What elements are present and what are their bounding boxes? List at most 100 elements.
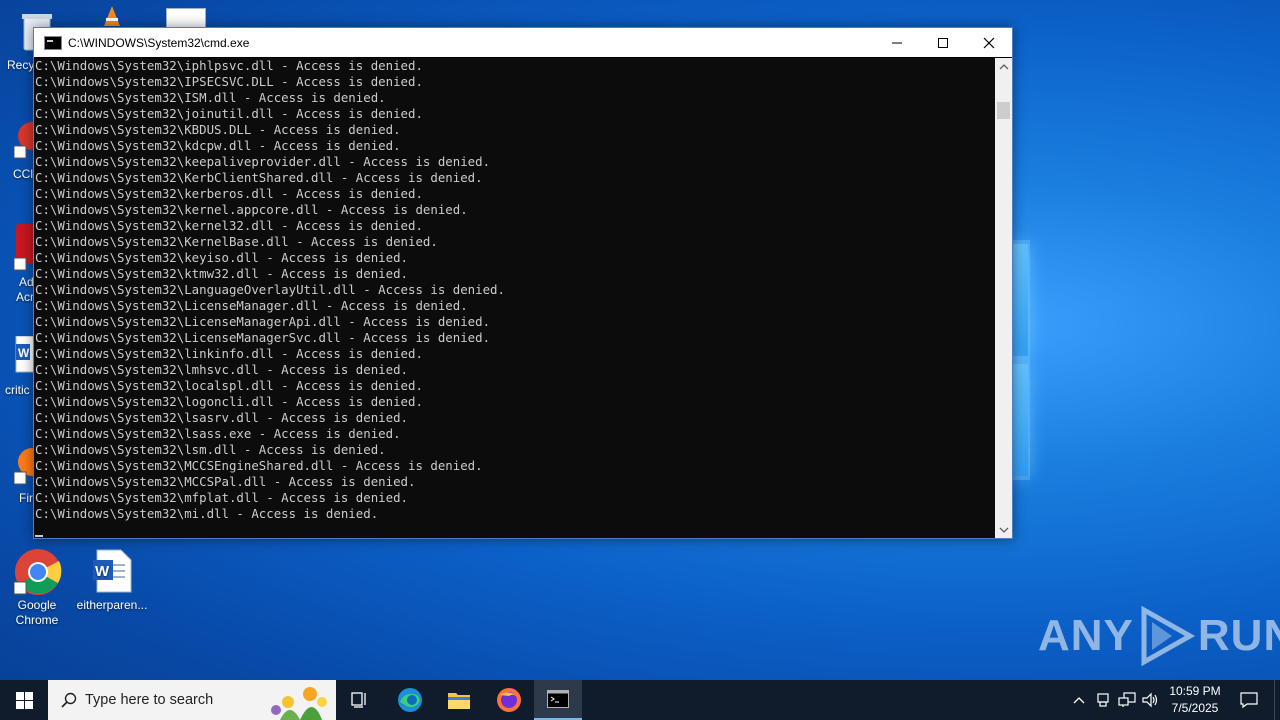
console-line: C:\Windows\System32\MCCSPal.dll - Access… bbox=[35, 474, 416, 489]
command-prompt-icon bbox=[547, 690, 569, 708]
maximize-icon bbox=[938, 37, 948, 48]
console-cursor bbox=[35, 535, 43, 537]
word-document-label: eitherparen... bbox=[76, 598, 148, 612]
play-triangle-icon bbox=[1141, 606, 1195, 666]
acrobat-label-1: Ad bbox=[19, 275, 34, 289]
edge-button[interactable] bbox=[386, 680, 434, 720]
console-line: C:\Windows\System32\LicenseManagerSvc.dl… bbox=[35, 330, 491, 345]
ccleaner-label: CCl bbox=[13, 167, 33, 181]
console-line: C:\Windows\System32\IPSECSVC.DLL - Acces… bbox=[35, 74, 423, 89]
scroll-up-arrow-icon[interactable] bbox=[995, 58, 1012, 75]
google-chrome-shortcut[interactable]: Google Chrome bbox=[0, 548, 74, 628]
minimize-icon bbox=[892, 42, 902, 43]
scroll-down-arrow-icon[interactable] bbox=[995, 521, 1012, 538]
close-icon bbox=[983, 37, 995, 48]
firefox-taskbar-button[interactable] bbox=[485, 680, 533, 720]
word-document-shortcut[interactable]: W eitherparen... bbox=[75, 548, 149, 613]
chevron-up-icon bbox=[1073, 697, 1085, 704]
file-explorer-button[interactable] bbox=[435, 680, 483, 720]
taskbar-clock[interactable]: 10:59 PM 7/5/2025 bbox=[1160, 683, 1230, 717]
console-line: C:\Windows\System32\keyiso.dll - Access … bbox=[35, 250, 408, 265]
start-button[interactable] bbox=[0, 680, 48, 720]
chrome-label-line2: Chrome bbox=[15, 613, 59, 627]
watermark-any: ANY bbox=[1038, 611, 1134, 660]
search-highlight-flowers-icon bbox=[271, 687, 327, 720]
speaker-icon bbox=[1142, 692, 1158, 708]
console-line: C:\Windows\System32\lsasrv.dll - Access … bbox=[35, 410, 408, 425]
meet-now-button[interactable] bbox=[1092, 680, 1114, 720]
ccleaner-icon[interactable] bbox=[13, 122, 46, 162]
console-line: C:\Windows\System32\MCCSEngineShared.dll… bbox=[35, 458, 483, 473]
console-line: C:\Windows\System32\iphlpsvc.dll - Acces… bbox=[35, 58, 423, 73]
console-line: C:\Windows\System32\logoncli.dll - Acces… bbox=[35, 394, 423, 409]
firefox-label-desktop: Fir bbox=[19, 491, 33, 505]
console-line: C:\Windows\System32\joinutil.dll - Acces… bbox=[35, 106, 423, 121]
console-line: C:\Windows\System32\ktmw32.dll - Access … bbox=[35, 266, 408, 281]
show-desktop-strip[interactable] bbox=[1274, 680, 1280, 720]
console-lines: C:\Windows\System32\iphlpsvc.dll - Acces… bbox=[34, 58, 995, 522]
scroll-thumb[interactable] bbox=[997, 102, 1010, 119]
console-line: C:\Windows\System32\LicenseManager.dll -… bbox=[35, 298, 468, 313]
cmd-taskbar-button[interactable] bbox=[534, 680, 582, 720]
taskbar-search-box[interactable]: Type here to search bbox=[48, 680, 336, 720]
task-view-button[interactable] bbox=[336, 680, 384, 720]
console-line: C:\Windows\System32\keepaliveprovider.dl… bbox=[35, 154, 491, 169]
search-placeholder: Type here to search bbox=[85, 692, 214, 708]
notification-icon bbox=[1240, 692, 1258, 709]
cmd-titlebar[interactable]: C:\WINDOWS\System32\cmd.exe bbox=[34, 28, 1012, 57]
edge-icon bbox=[398, 688, 422, 712]
anyrun-watermark: ANY RUN bbox=[1038, 606, 1280, 666]
maximize-button[interactable] bbox=[920, 28, 966, 57]
console-line: C:\Windows\System32\ISM.dll - Access is … bbox=[35, 90, 386, 105]
word-doc-icon-left[interactable]: W bbox=[14, 335, 35, 376]
cmd-app-icon bbox=[44, 35, 62, 50]
acrobat-label-2: Acr bbox=[16, 290, 34, 304]
network-button[interactable] bbox=[1115, 680, 1139, 720]
minimize-button[interactable] bbox=[874, 28, 920, 57]
clock-time: 10:59 PM bbox=[1169, 684, 1221, 698]
windows-start-icon bbox=[15, 691, 33, 709]
console-line: C:\Windows\System32\kerberos.dll - Acces… bbox=[35, 186, 423, 201]
clock-date: 7/5/2025 bbox=[1171, 701, 1219, 715]
volume-button[interactable] bbox=[1140, 680, 1162, 720]
console-output[interactable]: C:\Windows\System32\iphlpsvc.dll - Acces… bbox=[34, 58, 995, 538]
console-scrollbar[interactable] bbox=[995, 58, 1012, 538]
console-line: C:\Windows\System32\KBDUS.DLL - Access i… bbox=[35, 122, 401, 137]
network-adapter-icon bbox=[1097, 693, 1109, 707]
word-doc-label-left: critic bbox=[5, 383, 30, 397]
show-hidden-icons-button[interactable] bbox=[1068, 680, 1090, 720]
console-line: C:\Windows\System32\LanguageOverlayUtil.… bbox=[35, 282, 505, 297]
console-line: C:\Windows\System32\kernel32.dll - Acces… bbox=[35, 218, 423, 233]
cmd-window[interactable]: C:\WINDOWS\System32\cmd.exe C:\Windows\S… bbox=[33, 27, 1013, 539]
console-line: C:\Windows\System32\mi.dll - Access is d… bbox=[35, 506, 379, 521]
console-line: C:\Windows\System32\KerbClientShared.dll… bbox=[35, 170, 483, 185]
taskbar: Type here to search 10:59 PM 7/5/2025 bbox=[0, 680, 1280, 720]
console-line: C:\Windows\System32\kernel.appcore.dll -… bbox=[35, 202, 468, 217]
recycle-bin-label: Recy bbox=[7, 58, 35, 72]
ethernet-icon bbox=[1118, 692, 1136, 707]
console-line: C:\Windows\System32\linkinfo.dll - Acces… bbox=[35, 346, 423, 361]
console-line: C:\Windows\System32\lsm.dll - Access is … bbox=[35, 442, 386, 457]
folder-icon bbox=[448, 693, 470, 709]
word-document-icon: W bbox=[89, 548, 135, 594]
console-line: C:\Windows\System32\kdcpw.dll - Access i… bbox=[35, 138, 401, 153]
acrobat-icon[interactable] bbox=[13, 224, 34, 272]
console-line: C:\Windows\System32\LicenseManagerApi.dl… bbox=[35, 314, 491, 329]
console-line: C:\Windows\System32\KernelBase.dll - Acc… bbox=[35, 234, 438, 249]
close-button[interactable] bbox=[966, 28, 1012, 57]
console-line: C:\Windows\System32\localspl.dll - Acces… bbox=[35, 378, 423, 393]
task-view-icon bbox=[351, 692, 366, 708]
firefox-icon-desktop[interactable] bbox=[13, 446, 46, 486]
console-line: C:\Windows\System32\lsass.exe - Access i… bbox=[35, 426, 401, 441]
svg-text:W: W bbox=[18, 346, 30, 360]
watermark-run: RUN bbox=[1197, 611, 1280, 660]
search-icon bbox=[61, 692, 77, 708]
vlc-icon[interactable] bbox=[103, 6, 121, 28]
action-center-button[interactable] bbox=[1232, 680, 1266, 720]
svg-text:W: W bbox=[95, 563, 110, 580]
console-line: C:\Windows\System32\lmhsvc.dll - Access … bbox=[35, 362, 408, 377]
chrome-label-line1: Google bbox=[17, 598, 57, 612]
cmd-window-title: C:\WINDOWS\System32\cmd.exe bbox=[68, 35, 250, 50]
chrome-icon bbox=[13, 548, 62, 595]
firefox-icon bbox=[497, 688, 521, 712]
